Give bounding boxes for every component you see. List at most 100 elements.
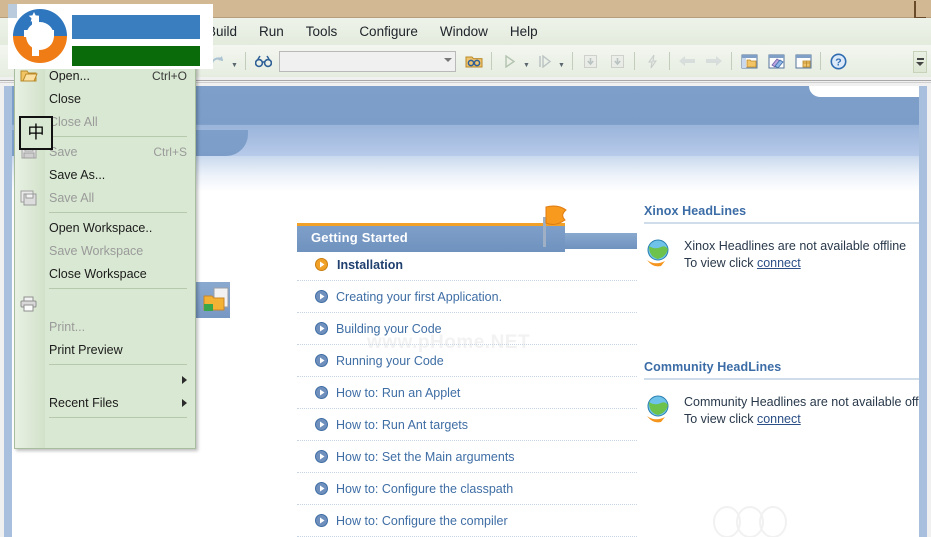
play-bullet-icon — [315, 258, 328, 271]
menu-run[interactable]: Run — [248, 20, 295, 43]
menu-item-label: Close Workspace — [49, 266, 147, 281]
step-over-icon[interactable] — [578, 49, 602, 73]
menu-item-label: Open Workspace.. — [49, 220, 153, 235]
package-window-icon[interactable] — [791, 49, 815, 73]
list-item[interactable]: How to: Run an Applet — [297, 377, 637, 409]
community-headlines-text: Community Headlines are not available of… — [684, 394, 919, 428]
step-into-icon[interactable] — [532, 49, 556, 73]
menu-item-print[interactable] — [15, 292, 195, 315]
step-into-dropdown-icon[interactable]: ▼ — [556, 47, 567, 75]
printer-icon — [20, 296, 38, 312]
menu-help[interactable]: Help — [499, 20, 549, 43]
list-item-label: How to: Run an Applet — [336, 385, 461, 400]
menu-item-exit[interactable] — [15, 421, 195, 444]
menu-item-label: Save All — [49, 190, 95, 205]
chevron-down-icon[interactable] — [444, 57, 452, 62]
menu-separator — [49, 212, 187, 213]
logo-overlay — [8, 4, 213, 69]
menu-configure[interactable]: Configure — [348, 20, 429, 43]
menu-separator — [49, 417, 187, 418]
layers-window-icon[interactable] — [764, 49, 788, 73]
menu-item-label: Save As... — [49, 167, 106, 182]
menu-item-label: Save — [49, 144, 78, 159]
menu-item-save-as[interactable]: Save As... — [15, 163, 195, 186]
menu-item-save-workspace[interactable]: Save Workspace — [15, 239, 195, 262]
list-item-label: How to: Set the Main arguments — [336, 449, 515, 464]
menu-item-recent-files[interactable] — [15, 368, 195, 391]
menu-item-close[interactable]: Close — [15, 87, 195, 110]
list-item[interactable]: Installation — [297, 249, 637, 281]
section-divider — [644, 222, 919, 224]
list-item-label: Creating your first Application. — [336, 289, 503, 304]
banner-notch — [809, 86, 919, 97]
run-dropdown-icon[interactable]: ▼ — [521, 47, 532, 75]
toolbar-overflow-icon[interactable] — [913, 51, 927, 73]
debug-icon[interactable] — [605, 49, 629, 73]
menu-item-label: Open... — [49, 68, 90, 83]
xinox-headlines-body: Xinox Headlines are not available offlin… — [644, 238, 919, 272]
lightning-icon[interactable] — [640, 49, 664, 73]
getting-started-list: Installation Creating your first Applica… — [297, 249, 637, 537]
list-item[interactable]: Creating your first Application. — [297, 281, 637, 313]
xinox-headlines-line1: Xinox Headlines are not available offlin… — [684, 239, 907, 253]
run-icon[interactable] — [497, 49, 521, 73]
menu-item-recent-workspaces[interactable]: Recent Files — [15, 391, 195, 414]
xinox-headlines-section: Xinox HeadLines Xinox Headlines are not … — [644, 204, 919, 272]
toolbar-separator — [669, 52, 670, 70]
toolbar-separator — [820, 52, 821, 70]
help-icon[interactable]: ? — [826, 49, 850, 73]
find-in-files-icon[interactable] — [462, 49, 486, 73]
list-item[interactable]: How to: Configure the classpath — [297, 473, 637, 505]
community-headlines-body: Community Headlines are not available of… — [644, 394, 919, 428]
play-bullet-icon — [315, 354, 328, 367]
redo-dropdown-icon[interactable]: ▼ — [229, 47, 240, 75]
play-bullet-icon — [315, 482, 328, 495]
xinox-headlines-line2-prefix: To view click — [684, 256, 757, 270]
list-item[interactable]: Running your Code — [297, 345, 637, 377]
play-bullet-icon — [315, 386, 328, 399]
menu-tools[interactable]: Tools — [295, 20, 349, 43]
menu-separator — [49, 136, 187, 137]
menu-window[interactable]: Window — [429, 20, 499, 43]
submenu-arrow-icon — [182, 375, 187, 384]
arrow-right-icon[interactable] — [702, 49, 726, 73]
menu-item-save-all[interactable]: Save All — [15, 186, 195, 209]
menu-item-label: Print... — [49, 319, 86, 334]
play-bullet-icon — [315, 322, 328, 335]
toolbar-separator — [572, 52, 573, 70]
getting-started-title: Getting Started — [311, 230, 408, 245]
menu-item-label: Print Preview — [49, 342, 123, 357]
menu-item-open-workspace[interactable]: Open Workspace.. — [15, 216, 195, 239]
community-headlines-title: Community HeadLines — [644, 360, 782, 374]
menu-item-print-setup[interactable]: Print Preview — [15, 338, 195, 361]
xinox-connect-link[interactable]: connect — [757, 256, 801, 270]
arrow-left-icon[interactable] — [675, 49, 699, 73]
community-connect-link[interactable]: connect — [757, 412, 801, 426]
toolbar-separator — [245, 52, 246, 70]
folder-window-icon[interactable] — [737, 49, 761, 73]
menu-item-label: Close All — [49, 114, 98, 129]
section-divider — [644, 378, 919, 380]
search-input[interactable] — [279, 50, 456, 72]
watermark-graphic — [702, 506, 842, 537]
toolbar-separator — [491, 52, 492, 70]
orange-flag-icon — [529, 203, 575, 253]
binoculars-icon[interactable] — [251, 49, 275, 73]
open-folder-icon — [20, 68, 38, 84]
list-item-label: Installation — [337, 257, 403, 272]
submenu-arrow-icon — [182, 398, 187, 407]
list-item[interactable]: How to: Configure the compiler — [297, 505, 637, 537]
app-logo-icon — [10, 6, 70, 66]
list-item-label: Running your Code — [336, 353, 444, 368]
headlines-column: Xinox HeadLines Xinox Headlines are not … — [644, 204, 919, 428]
getting-started-header-tail — [565, 233, 637, 249]
menu-item-close-workspace[interactable]: Close Workspace — [15, 262, 195, 285]
list-item[interactable]: How to: Run Ant targets — [297, 409, 637, 441]
globe-icon — [644, 238, 674, 268]
list-item[interactable]: How to: Set the Main arguments — [297, 441, 637, 473]
menu-item-print-preview[interactable]: Print... — [15, 315, 195, 338]
title-bar-corner-glyph — [914, 1, 926, 19]
xinox-headlines-text: Xinox Headlines are not available offlin… — [684, 238, 906, 272]
list-item-label: How to: Configure the compiler — [336, 513, 508, 528]
list-item[interactable]: Building your Code — [297, 313, 637, 345]
